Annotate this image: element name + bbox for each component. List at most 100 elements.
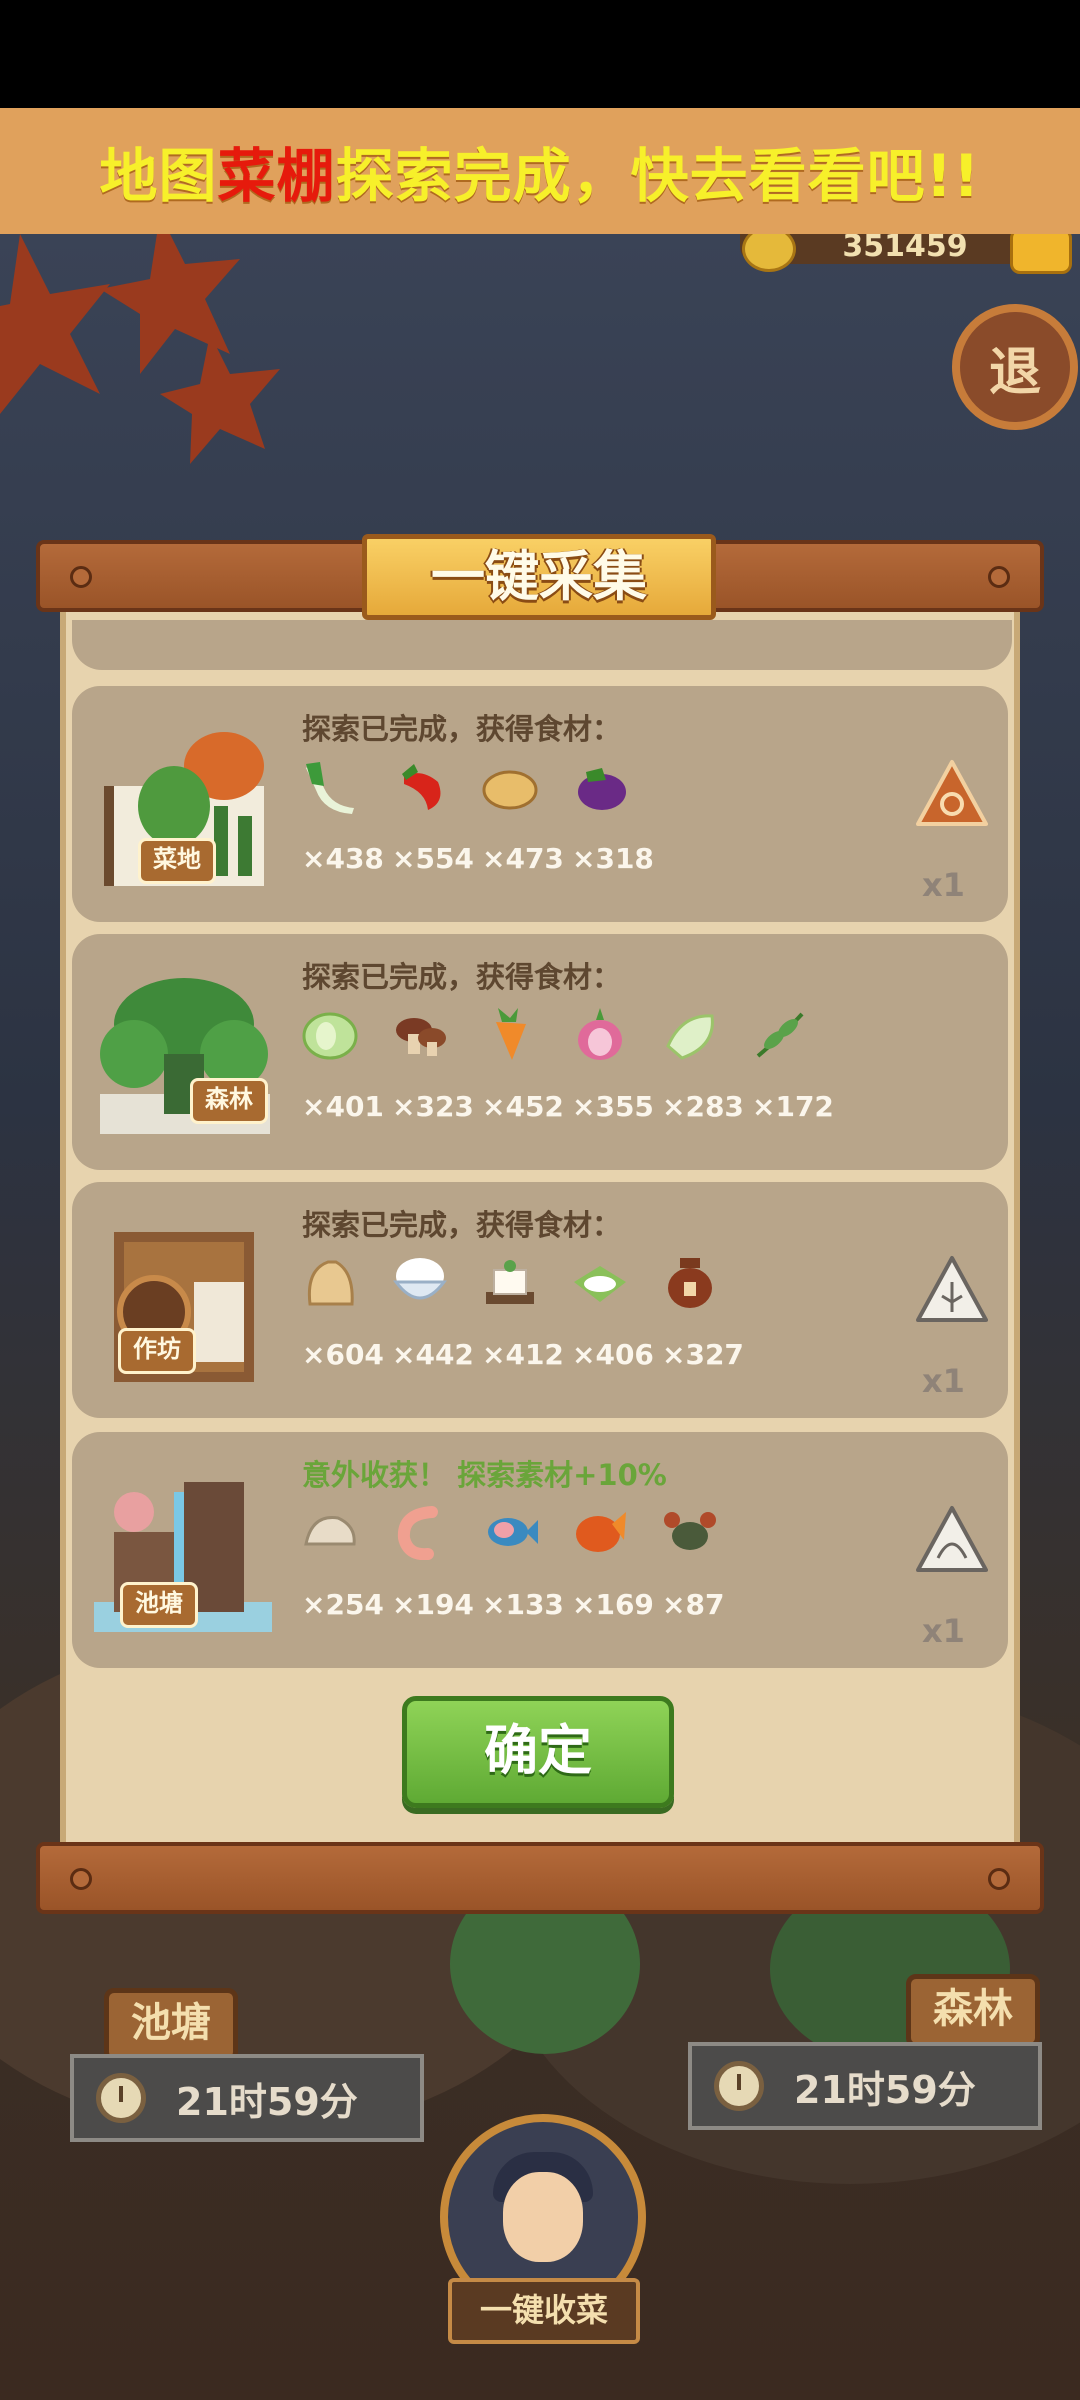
bonus-count: x1 bbox=[922, 1362, 965, 1400]
row-header: 探索已完成，获得食材： bbox=[302, 1208, 622, 1242]
list-item: 作坊 探索已完成，获得食材： ×604 ×442 ×412 ×406 ×327 … bbox=[72, 1182, 1008, 1418]
nail-icon bbox=[988, 566, 1010, 588]
ingredient-count: ×401 bbox=[302, 1090, 384, 1123]
carp-icon bbox=[576, 1512, 626, 1552]
sticky-rice-icon bbox=[574, 1266, 626, 1302]
ingredient-item: ×442 bbox=[388, 1254, 478, 1394]
bonus-count: x1 bbox=[922, 866, 965, 904]
ingredient-count: ×452 bbox=[482, 1090, 564, 1123]
ingredient-item: ×318 bbox=[568, 758, 658, 898]
forest-location-icon: 森林 bbox=[94, 974, 272, 1144]
ingredient-item: ×283 bbox=[658, 1006, 748, 1146]
ingredient-count: ×355 bbox=[572, 1090, 654, 1123]
location-tag: 森林 bbox=[190, 1078, 268, 1124]
ingredient-count: ×172 bbox=[752, 1090, 834, 1123]
clock-icon bbox=[714, 2061, 764, 2111]
ingredient-item: ×133 bbox=[478, 1504, 568, 1644]
cabbage-icon bbox=[302, 1012, 358, 1060]
clock-icon bbox=[96, 2073, 146, 2123]
banner-highlight: 菜棚 bbox=[217, 142, 336, 210]
list-item-partial bbox=[72, 620, 1012, 670]
ingredient-list: ×401 ×323 ×452 ×355 ×283 ×172 bbox=[298, 1006, 838, 1146]
notification-banner: 地图 菜棚 探索完成，快去看看吧!! bbox=[0, 108, 1080, 234]
workshop-location-icon: 作坊 bbox=[94, 1222, 272, 1392]
ingredient-item: ×327 bbox=[658, 1254, 748, 1394]
confirm-button[interactable]: 确定 bbox=[402, 1696, 674, 1808]
banner-suffix: 探索完成，快去看看吧!! bbox=[335, 142, 981, 210]
rice-bowl-icon bbox=[392, 1258, 448, 1300]
ingredient-item: ×406 bbox=[568, 1254, 658, 1394]
ingredient-item: ×87 bbox=[658, 1504, 748, 1644]
ingredient-count: ×169 bbox=[572, 1588, 654, 1621]
mushroom-icon bbox=[396, 1018, 446, 1056]
ingredient-item: ×473 bbox=[478, 758, 568, 898]
location-tag: 作坊 bbox=[118, 1328, 196, 1374]
ingredient-item: ×604 bbox=[298, 1254, 388, 1394]
carrot-icon bbox=[496, 1008, 526, 1060]
bamboo-shoot-icon bbox=[666, 1014, 714, 1060]
ingredient-count: ×87 bbox=[662, 1588, 725, 1621]
crab-icon bbox=[664, 1512, 716, 1550]
fish-icon bbox=[488, 1518, 538, 1546]
ingredient-item: ×438 bbox=[298, 758, 388, 898]
exit-button[interactable]: 退 bbox=[952, 304, 1078, 430]
pond-timer: 21时59分 bbox=[70, 2054, 424, 2142]
ingredient-count: ×323 bbox=[392, 1090, 474, 1123]
banner-prefix: 地图 bbox=[99, 142, 218, 210]
list-item: 菜地 探索已完成，获得食材： ×438 ×554 ×473 ×318 x1 bbox=[72, 686, 1008, 922]
dialog-title: 一键采集 bbox=[362, 534, 716, 620]
white-shell-token-icon bbox=[916, 1506, 988, 1572]
onion-icon bbox=[578, 1008, 622, 1060]
ingredient-count: ×412 bbox=[482, 1338, 564, 1371]
clam-icon bbox=[304, 1516, 356, 1546]
leek-icon bbox=[306, 762, 354, 814]
ingredient-count: ×254 bbox=[302, 1588, 384, 1621]
ingredient-count: ×406 bbox=[572, 1338, 654, 1371]
ingredient-item: ×355 bbox=[568, 1006, 658, 1146]
ingredient-list: ×254 ×194 ×133 ×169 ×87 bbox=[298, 1504, 748, 1644]
list-item: 池塘 意外收获！ 探索素材+10% ×254 ×194 ×133 ×169 ×8… bbox=[72, 1432, 1008, 1668]
ingredient-count: ×554 bbox=[392, 842, 474, 875]
ingredient-item: ×194 bbox=[388, 1504, 478, 1644]
location-tag: 池塘 bbox=[120, 1582, 198, 1628]
maple-leaves-decoration bbox=[0, 234, 280, 464]
row-header: 意外收获！ 探索素材+10% bbox=[302, 1458, 667, 1492]
ingredient-count: ×194 bbox=[392, 1588, 474, 1621]
dialog-bottom-plank bbox=[36, 1842, 1044, 1914]
location-tag: 菜地 bbox=[138, 838, 216, 884]
one-click-harvest-button[interactable]: 一键收菜 bbox=[448, 2278, 640, 2344]
row-header: 探索已完成，获得食材： bbox=[302, 960, 622, 994]
pond-location-label[interactable]: 池塘 bbox=[104, 1988, 238, 2062]
status-bar bbox=[0, 0, 1080, 108]
ingredient-count: ×327 bbox=[662, 1338, 744, 1371]
forest-location-label[interactable]: 森林 bbox=[906, 1974, 1040, 2048]
forest-timer-text: 21时59分 bbox=[794, 2067, 976, 2112]
ingredient-count: ×473 bbox=[482, 842, 564, 875]
eggplant-icon bbox=[578, 768, 626, 810]
flour-sack-icon bbox=[307, 1260, 354, 1306]
shrimp-icon bbox=[397, 1506, 438, 1560]
ingredient-item: ×172 bbox=[748, 1006, 838, 1146]
vegetable-field-location-icon: 菜地 bbox=[94, 726, 272, 896]
ingredient-item: ×323 bbox=[388, 1006, 478, 1146]
ingredient-count: ×283 bbox=[662, 1090, 744, 1123]
nail-icon bbox=[988, 1868, 1010, 1890]
ingredient-item: ×401 bbox=[298, 1006, 388, 1146]
ingredient-count: ×318 bbox=[572, 842, 654, 875]
ingredient-item: ×554 bbox=[388, 758, 478, 898]
nail-icon bbox=[70, 1868, 92, 1890]
ingredient-count: ×604 bbox=[302, 1338, 384, 1371]
ingredient-item: ×169 bbox=[568, 1504, 658, 1644]
potato-icon bbox=[482, 770, 538, 810]
tofu-icon bbox=[486, 1260, 534, 1304]
wine-jar-icon bbox=[668, 1258, 712, 1308]
ingredient-list: ×438 ×554 ×473 ×318 bbox=[298, 758, 658, 898]
row-header: 探索已完成，获得食材： bbox=[302, 712, 622, 746]
herb-icon bbox=[756, 1012, 804, 1058]
red-triangle-token-icon bbox=[916, 760, 988, 826]
ingredient-item: ×412 bbox=[478, 1254, 568, 1394]
list-item: 森林 探索已完成，获得食材： ×401 ×323 ×452 ×355 ×283 … bbox=[72, 934, 1008, 1170]
add-coins-button[interactable] bbox=[1010, 234, 1072, 274]
bonus-count: x1 bbox=[922, 1612, 965, 1650]
ingredient-item: ×254 bbox=[298, 1504, 388, 1644]
